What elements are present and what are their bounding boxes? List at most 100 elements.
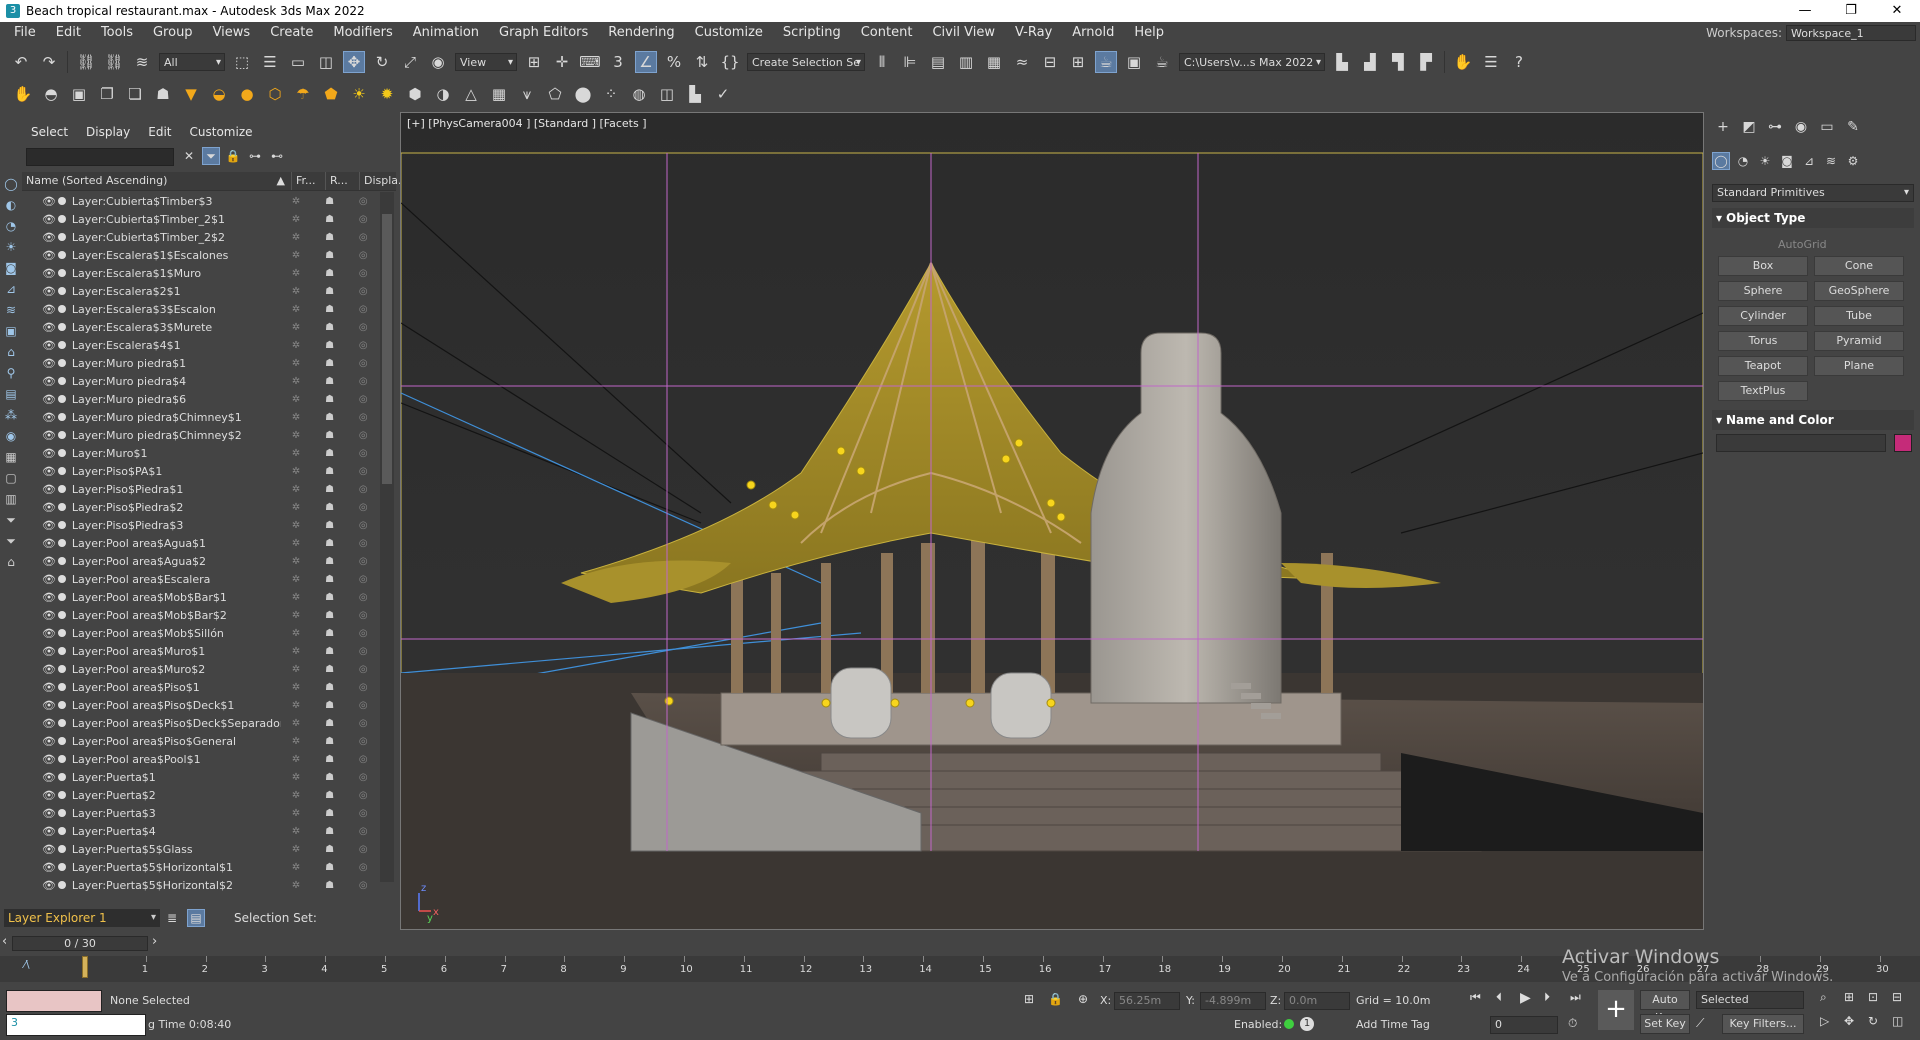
visibility-eye-icon[interactable]: 👁: [42, 573, 56, 586]
menu-animation[interactable]: Animation: [403, 22, 489, 44]
schematic-view-icon[interactable]: ⊟: [1039, 51, 1061, 73]
layer-active-dot[interactable]: [57, 719, 66, 727]
visibility-eye-icon[interactable]: 👁: [42, 267, 56, 280]
rect-selection-icon[interactable]: ▭: [287, 51, 309, 73]
freeze-icon[interactable]: ✲: [281, 268, 311, 279]
freeze-icon[interactable]: ✲: [281, 196, 311, 207]
restore-button[interactable]: ❐: [1828, 0, 1874, 22]
tab-motion-icon[interactable]: ◉: [1790, 116, 1812, 138]
zoom-extents-icon[interactable]: ⊡: [1868, 990, 1878, 1004]
create-object-icon[interactable]: ✋: [12, 83, 34, 105]
display-lights-icon[interactable]: ☀: [2, 238, 20, 256]
display-mode-icon[interactable]: ◎: [348, 574, 378, 585]
visibility-eye-icon[interactable]: 👁: [42, 393, 56, 406]
visibility-eye-icon[interactable]: 👁: [42, 645, 56, 658]
clear-search-icon[interactable]: ✕: [180, 147, 198, 165]
filter-toggle-icon[interactable]: ⏷: [202, 147, 220, 165]
prev-frame-icon[interactable]: ⏴: [1496, 990, 1502, 1005]
renderable-teapot-icon[interactable]: ☗: [311, 826, 349, 837]
layer-active-dot[interactable]: [57, 305, 66, 313]
display-mode-icon[interactable]: ◎: [348, 214, 378, 225]
layer-row[interactable]: 👁 Layer:Puerta$4 ✲ ☗ ◎: [22, 822, 378, 840]
named-selection-dropdown[interactable]: Create Selection Se: [747, 53, 865, 72]
renderable-teapot-icon[interactable]: ☗: [311, 214, 349, 225]
display-xrefs-icon[interactable]: ⌂: [2, 343, 20, 361]
freeze-icon[interactable]: ✲: [281, 808, 311, 819]
ai-icon[interactable]: ✋: [1452, 51, 1474, 73]
freeze-icon[interactable]: ✲: [281, 790, 311, 801]
spinner-snap-icon[interactable]: ⇅: [691, 51, 713, 73]
workspace-dropdown[interactable]: Workspace_1: [1786, 25, 1916, 41]
selection-lock-icon[interactable]: 🔒: [1048, 992, 1063, 1006]
visibility-eye-icon[interactable]: 👁: [42, 753, 56, 766]
display-influences-icon[interactable]: ▢: [2, 469, 20, 487]
viewport-camera[interactable]: [+] [PhysCamera004 ] [Standard ] [Facets…: [400, 112, 1704, 930]
layer-active-dot[interactable]: [57, 197, 66, 205]
layer-active-dot[interactable]: [57, 395, 66, 403]
renderable-teapot-icon[interactable]: ☗: [311, 700, 349, 711]
display-mode-icon[interactable]: ◎: [348, 358, 378, 369]
vray-plane-icon[interactable]: △: [460, 83, 482, 105]
column-renderable[interactable]: R...: [326, 172, 360, 190]
display-mode-icon[interactable]: ◎: [348, 610, 378, 621]
placement-icon[interactable]: ◉: [427, 51, 449, 73]
renderable-teapot-icon[interactable]: ☗: [311, 646, 349, 657]
explorer-menu-display[interactable]: Display: [77, 125, 139, 139]
move-icon[interactable]: ✥: [343, 51, 365, 73]
undo-icon[interactable]: ↶: [10, 51, 32, 73]
layer-row[interactable]: 👁 Layer:Puerta$5$Glass ✲ ☗ ◎: [22, 840, 378, 858]
visibility-eye-icon[interactable]: 👁: [42, 375, 56, 388]
vray-layers-icon[interactable]: ◫: [656, 83, 678, 105]
cylinder-button[interactable]: Cylinder: [1718, 306, 1808, 326]
renderable-teapot-icon[interactable]: ☗: [311, 340, 349, 351]
freeze-icon[interactable]: ✲: [281, 484, 311, 495]
scrollbar-thumb[interactable]: [382, 214, 392, 484]
layer-row[interactable]: 👁 Layer:Pool area$Piso$Deck$1 ✲ ☗ ◎: [22, 696, 378, 714]
layer-row[interactable]: 👁 Layer:Pool area$Agua$2 ✲ ☗ ◎: [22, 552, 378, 570]
layer-active-dot[interactable]: [57, 503, 66, 511]
freeze-icon[interactable]: ✲: [281, 466, 311, 477]
menu-group[interactable]: Group: [143, 22, 203, 44]
renderable-teapot-icon[interactable]: ☗: [311, 430, 349, 441]
renderable-teapot-icon[interactable]: ☗: [311, 772, 349, 783]
visibility-eye-icon[interactable]: 👁: [42, 231, 56, 244]
freeze-icon[interactable]: ✲: [281, 394, 311, 405]
display-spacewarps-icon[interactable]: ≋: [2, 301, 20, 319]
renderable-teapot-icon[interactable]: ☗: [311, 880, 349, 891]
visibility-eye-icon[interactable]: 👁: [42, 663, 56, 676]
layer-active-dot[interactable]: [57, 269, 66, 277]
column-display[interactable]: Displa...: [360, 172, 409, 190]
layer-row[interactable]: 👁 Layer:Piso$PA$1 ✲ ☗ ◎: [22, 462, 378, 480]
layer-active-dot[interactable]: [57, 467, 66, 475]
visibility-eye-icon[interactable]: 👁: [42, 771, 56, 784]
layer-row[interactable]: 👁 Layer:Pool area$Mob$Bar$1 ✲ ☗ ◎: [22, 588, 378, 606]
layer-row[interactable]: 👁 Layer:Cubierta$Timber_2$1 ✲ ☗ ◎: [22, 210, 378, 228]
renderable-teapot-icon[interactable]: ☗: [311, 466, 349, 477]
display-mode-icon[interactable]: ◎: [348, 754, 378, 765]
snaps-icon[interactable]: 3: [607, 51, 629, 73]
renderable-teapot-icon[interactable]: ☗: [311, 574, 349, 585]
renderable-teapot-icon[interactable]: ☗: [311, 610, 349, 621]
menu-arnold[interactable]: Arnold: [1062, 22, 1124, 44]
layer-active-dot[interactable]: [57, 809, 66, 817]
display-mode-icon[interactable]: ◎: [348, 736, 378, 747]
layer-active-dot[interactable]: [57, 881, 66, 889]
plane-button[interactable]: Plane: [1814, 356, 1904, 376]
renderable-teapot-icon[interactable]: ☗: [311, 790, 349, 801]
display-cameras-icon[interactable]: ◙: [2, 259, 20, 277]
visibility-eye-icon[interactable]: 👁: [42, 879, 56, 892]
layer-active-dot[interactable]: [57, 431, 66, 439]
freeze-icon[interactable]: ✲: [281, 718, 311, 729]
layer-row[interactable]: 👁 Layer:Piso$Piedra$2 ✲ ☗ ◎: [22, 498, 378, 516]
visibility-eye-icon[interactable]: 👁: [42, 591, 56, 604]
cameras-icon[interactable]: ◙: [1778, 152, 1796, 170]
set-key-big-button[interactable]: +: [1598, 990, 1634, 1030]
visibility-eye-icon[interactable]: 👁: [42, 321, 56, 334]
vray-ambient-icon[interactable]: ⬟: [320, 83, 342, 105]
menu-rendering[interactable]: Rendering: [598, 22, 684, 44]
display-groups-icon[interactable]: ▣: [2, 322, 20, 340]
pivot-center-icon[interactable]: ⊞: [523, 51, 545, 73]
current-time-marker[interactable]: [82, 956, 88, 978]
menu-create[interactable]: Create: [260, 22, 323, 44]
display-mode-icon[interactable]: ◎: [348, 268, 378, 279]
